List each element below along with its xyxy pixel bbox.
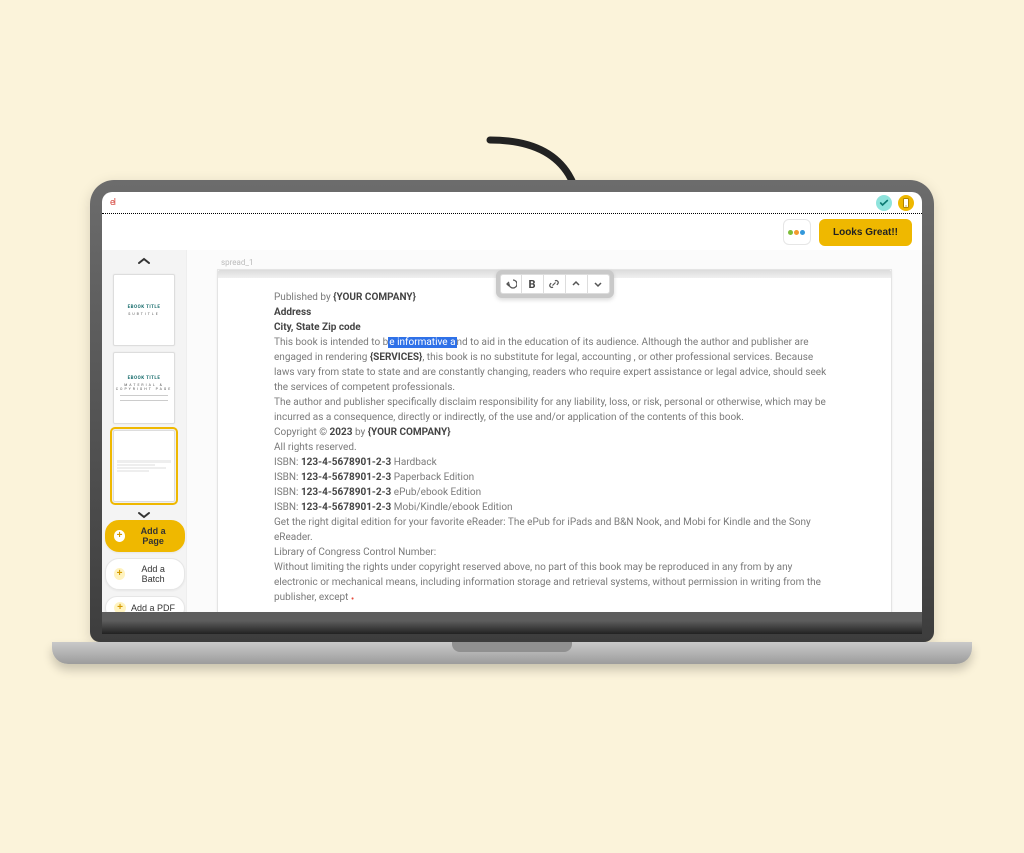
page-thumbnail[interactable]: EBOOK TITLE SUBTITLE — [113, 274, 175, 346]
without-limit-paragraph: Without limiting the rights under copyri… — [274, 560, 835, 605]
formatting-toolbar: B — [496, 270, 614, 298]
loc-line: Library of Congress Control Number: — [274, 545, 835, 560]
isbn-line: ISBN: 123-4-5678901-2-3 ePub/ebook Editi… — [274, 485, 835, 500]
page-thumbnail[interactable]: EBOOK TITLE MATERIAL & COPYRIGHT PAGE — [113, 352, 175, 424]
topbar: el — [102, 192, 922, 214]
isbn-line: ISBN: 123-4-5678901-2-3 Hardback — [274, 455, 835, 470]
document-page[interactable]: Published by {YOUR COMPANY} Address City… — [217, 269, 892, 612]
plus-icon: + — [114, 568, 125, 580]
add-pdf-label: Add a PDF — [131, 603, 175, 612]
address-line: Address — [274, 305, 835, 320]
page-label: spread_1 — [221, 258, 892, 267]
looks-great-button[interactable]: Looks Great!! — [819, 219, 912, 246]
add-batch-button[interactable]: + Add a Batch — [105, 558, 185, 590]
chevron-up-icon[interactable] — [135, 254, 153, 268]
intro-paragraph: This book is intended to be informative … — [274, 335, 835, 395]
copyright-line: Copyright © 2023 by {YOUR COMPANY} — [274, 425, 835, 440]
rights-line: All rights reserved. — [274, 440, 835, 455]
add-batch-label: Add a Batch — [130, 564, 176, 584]
link-button[interactable] — [544, 274, 566, 294]
city-line: City, State Zip code — [274, 320, 835, 335]
device-preview-icon[interactable] — [898, 195, 914, 211]
thumb-subtitle: MATERIAL & COPYRIGHT PAGE — [114, 383, 174, 391]
plus-icon: + — [114, 530, 125, 542]
error-marker-icon: • — [348, 594, 354, 605]
isbn-line: ISBN: 123-4-5678901-2-3 Paperback Editio… — [274, 470, 835, 485]
page-thumbnail-sidebar: EBOOK TITLE SUBTITLE EBOOK TITLE MATERIA… — [102, 250, 187, 612]
thumb-title: EBOOK TITLE — [128, 305, 161, 310]
add-page-button[interactable]: + Add a Page — [105, 520, 185, 552]
app-window: el Looks Great!! — [102, 192, 922, 612]
add-page-label: Add a Page — [130, 526, 176, 546]
isbn-line: ISBN: 123-4-5678901-2-3 Mobi/Kindle/eboo… — [274, 500, 835, 515]
actionbar: Looks Great!! — [102, 214, 922, 250]
laptop-mockup: el Looks Great!! — [90, 180, 934, 664]
thumb-subtitle: SUBTITLE — [128, 312, 159, 316]
undo-button[interactable] — [500, 274, 522, 294]
check-icon[interactable] — [876, 195, 892, 211]
move-down-button[interactable] — [588, 274, 610, 294]
disclaimer-paragraph: The author and publisher specifically di… — [274, 395, 835, 425]
digital-note: Get the right digital edition for your f… — [274, 515, 835, 545]
editor-canvas: spread_1 B — [187, 250, 922, 612]
logo-fragment: el — [110, 198, 115, 208]
bold-button[interactable]: B — [522, 274, 544, 294]
move-up-button[interactable] — [566, 274, 588, 294]
add-pdf-button[interactable]: + Add a PDF — [105, 596, 185, 612]
thumb-title: EBOOK TITLE — [128, 376, 161, 381]
theme-colors-button[interactable] — [783, 219, 811, 245]
page-thumbnail-selected[interactable] — [113, 430, 175, 502]
text-selection-highlight: e informative a — [388, 337, 456, 348]
plus-icon: + — [114, 602, 126, 612]
